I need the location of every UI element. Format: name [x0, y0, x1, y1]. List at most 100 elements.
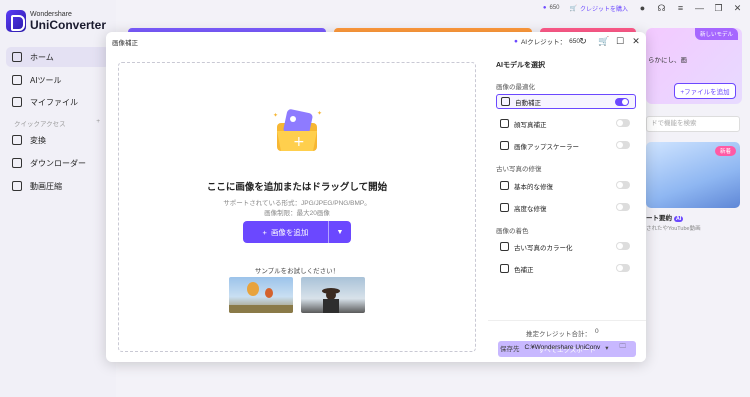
- auto-enhance-icon: [501, 97, 510, 106]
- model-label: 高度な修復: [514, 205, 547, 213]
- nav-my-files-label: マイファイル: [30, 97, 78, 107]
- toggle-switch[interactable]: [616, 181, 630, 189]
- image-limit: 画像制限：最大20画像: [264, 210, 330, 217]
- menu-icon[interactable]: ≡: [676, 3, 685, 13]
- media-card-title: ート要約 AI: [646, 212, 684, 222]
- media-card[interactable]: 新着: [646, 142, 740, 208]
- quick-access-label: クイックアクセス: [14, 121, 66, 128]
- model-upscaler[interactable]: 画像アップスケーラー: [496, 138, 636, 153]
- ai-credit: ● AIクレジット： 650: [514, 36, 580, 47]
- model-label: 色補正: [514, 266, 534, 274]
- estimated-credit: 推定クレジット合計： 0: [526, 328, 599, 338]
- close-icon[interactable]: ✕: [733, 3, 742, 13]
- sample-label: サンプルをお試しください！: [254, 268, 340, 275]
- app-logo: Wondershare UniConverter: [6, 10, 106, 32]
- toggle-switch[interactable]: [616, 141, 630, 149]
- quick-access-add-button[interactable]: +: [96, 118, 100, 128]
- minimize-icon[interactable]: —: [695, 3, 704, 13]
- cart-icon: 🛒: [569, 5, 577, 12]
- ai-tools-icon: [12, 75, 22, 85]
- nav-ai-tools[interactable]: AIツール: [6, 70, 110, 90]
- new-model-badge: 新しいモデル: [694, 28, 738, 40]
- color-correct-icon: [500, 264, 509, 273]
- ai-model-panel: AIモデルを選択 画像の最適化 自動補正 顔写真補正 画像アップスケーラー 古い…: [488, 54, 646, 362]
- basic-repair-icon: [500, 181, 509, 190]
- nav-convert-label: 変換: [30, 135, 46, 145]
- face-enhance-icon: [500, 119, 509, 128]
- save-path-select[interactable]: C:¥Wondershare UniConv: [525, 344, 601, 351]
- nav-compress[interactable]: 動画圧縮: [6, 176, 110, 196]
- cart-icon[interactable]: 🛒: [598, 36, 609, 46]
- estimated-credit-label: 推定クレジット合計：: [526, 331, 591, 338]
- close-icon[interactable]: ✕: [631, 36, 641, 46]
- top-credit[interactable]: ● 650: [543, 5, 560, 11]
- toggle-switch[interactable]: [616, 242, 630, 250]
- supported-formats: サポートされている形式：JPG/JPEG/PNG/BMP。: [223, 200, 371, 207]
- sample-portrait-image[interactable]: [301, 277, 365, 313]
- add-image-main[interactable]: + 画像を追加: [243, 221, 329, 243]
- sample-balloons-image[interactable]: [229, 277, 293, 313]
- svg-text:+: +: [293, 134, 305, 150]
- chevron-down-icon[interactable]: ▼: [329, 221, 351, 243]
- avatar-icon[interactable]: ●: [638, 3, 647, 13]
- app-sidebar: Wondershare UniConverter ホーム AIツール マイファイ…: [0, 0, 116, 397]
- nav-home-label: ホーム: [30, 52, 54, 62]
- feature-search-input[interactable]: ドで機能を検索: [646, 116, 740, 132]
- ai-model-card-text: らかにし、画: [648, 57, 687, 64]
- add-file-button[interactable]: +ファイルを追加: [674, 83, 736, 99]
- model-advanced-repair[interactable]: 高度な修復: [496, 200, 636, 215]
- dialog-title: 画像補正: [112, 40, 138, 47]
- buy-credit-label: クレジットを購入: [579, 6, 628, 13]
- toggle-switch[interactable]: [616, 119, 630, 127]
- model-color-correct[interactable]: 色補正: [496, 261, 636, 276]
- nav-my-files[interactable]: マイファイル: [6, 92, 110, 112]
- refresh-icon[interactable]: ↻: [578, 36, 588, 46]
- dropzone-title: ここに画像を追加またはドラッグして開始: [206, 182, 388, 193]
- group-colorize-label: 画像の着色: [496, 228, 529, 235]
- model-label: 顔写真補正: [514, 121, 547, 129]
- headset-icon[interactable]: ☊: [657, 3, 666, 13]
- downloader-icon: [12, 158, 22, 168]
- svg-text:✦: ✦: [317, 110, 322, 117]
- toggle-switch[interactable]: [616, 203, 630, 211]
- nav-compress-label: 動画圧縮: [30, 181, 62, 191]
- media-card-sub: されたやYouTube動画: [646, 226, 701, 232]
- buy-credit-link[interactable]: 🛒 クレジットを購入: [570, 4, 629, 13]
- save-location: 保存先 C:¥Wondershare UniConv ▾ 🗀: [500, 342, 626, 353]
- app-top-bar: ● 650 🛒 クレジットを購入 ● ☊ ≡ — ❐ ✕: [116, 0, 750, 16]
- svg-text:✦: ✦: [273, 112, 278, 119]
- model-colorize[interactable]: 古い写真のカラー化: [496, 239, 636, 254]
- estimated-credit-value: 0: [595, 328, 599, 335]
- portrait-image: [322, 288, 340, 313]
- folder-icon[interactable]: 🗀: [620, 342, 627, 353]
- toggle-switch[interactable]: [616, 264, 630, 272]
- maximize-icon[interactable]: ☐: [615, 36, 625, 46]
- panel-divider: [488, 320, 646, 321]
- nav-convert[interactable]: 変換: [6, 130, 110, 150]
- restore-icon[interactable]: ❐: [714, 3, 723, 13]
- image-enhance-dialog: 画像補正 ● AIクレジット： 650 ↻ 🛒 ☐ ✕ + ✦ ✦ ここに画像を…: [106, 32, 646, 362]
- image-dropzone[interactable]: + ✦ ✦ ここに画像を追加またはドラッグして開始 サポートされている形式：JP…: [118, 62, 476, 352]
- add-image-label: 画像を追加: [270, 227, 309, 237]
- model-basic-repair[interactable]: 基本的な修復: [496, 178, 636, 193]
- model-auto-enhance[interactable]: 自動補正: [496, 94, 636, 109]
- new-badge: 新着: [714, 146, 736, 156]
- upscaler-icon: [500, 141, 509, 150]
- dialog-header: 画像補正 ● AIクレジット： 650 ↻ 🛒 ☐ ✕: [106, 32, 646, 50]
- toggle-switch[interactable]: [615, 98, 629, 106]
- add-image-button[interactable]: + 画像を追加 ▼: [243, 221, 351, 243]
- group-optimize-label: 画像の最適化: [496, 84, 535, 91]
- nav-downloader-label: ダウンローダー: [30, 158, 86, 168]
- top-credit-value: 650: [549, 5, 560, 11]
- model-label: 自動補正: [515, 99, 541, 107]
- ai-badge: AI: [673, 216, 684, 222]
- nav-home[interactable]: ホーム: [6, 47, 110, 67]
- plus-icon: +: [262, 227, 267, 237]
- model-face-enhance[interactable]: 顔写真補正: [496, 116, 636, 131]
- nav-downloader[interactable]: ダウンローダー: [6, 153, 110, 173]
- credit-coin-icon: ●: [542, 5, 547, 11]
- ai-model-card[interactable]: 新しいモデル らかにし、画 +ファイルを追加: [646, 28, 742, 104]
- save-label: 保存先: [500, 345, 520, 353]
- uniconverter-logo-icon: [6, 10, 26, 32]
- chevron-down-icon[interactable]: ▾: [605, 344, 608, 352]
